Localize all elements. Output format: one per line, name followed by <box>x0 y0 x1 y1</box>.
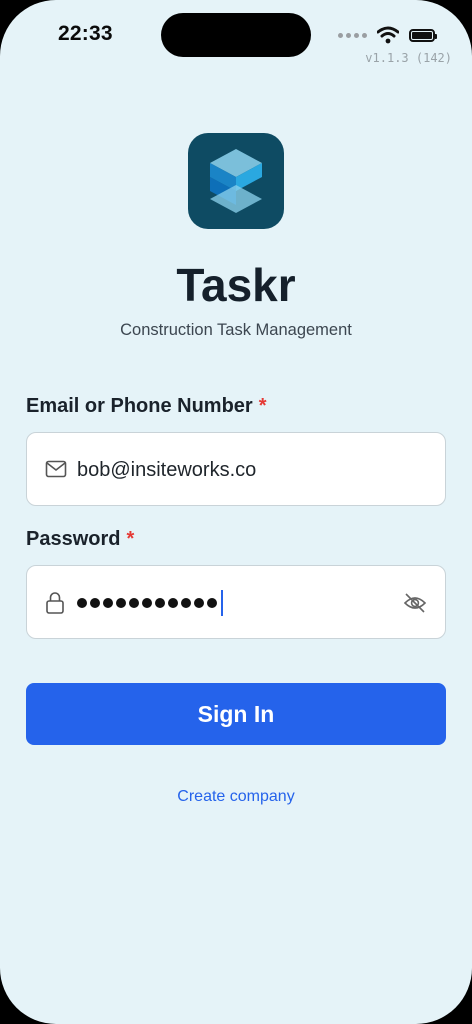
email-label-text: Email or Phone Number <box>26 395 253 417</box>
password-dot <box>129 598 139 608</box>
wifi-icon <box>377 26 399 44</box>
lock-icon <box>46 592 64 614</box>
password-dot <box>155 598 165 608</box>
app-version: v1.1.3 (142) <box>365 51 452 65</box>
battery-icon <box>409 28 437 42</box>
email-label: Email or Phone Number * <box>26 395 267 418</box>
password-label-text: Password <box>26 528 121 550</box>
password-dot <box>77 598 87 608</box>
eye-off-icon[interactable] <box>403 592 427 614</box>
password-masked-value <box>77 590 223 616</box>
password-dot <box>207 598 217 608</box>
cellular-dots-icon <box>338 32 367 38</box>
password-dot <box>116 598 126 608</box>
text-cursor <box>221 590 223 616</box>
mail-icon <box>45 460 67 478</box>
password-dot <box>181 598 191 608</box>
email-value: bob@insiteworks.co <box>77 459 257 481</box>
app-subtitle: Construction Task Management <box>120 321 352 339</box>
required-mark: * <box>126 528 135 550</box>
sign-in-button[interactable]: Sign In <box>26 683 446 745</box>
app-logo-mark <box>210 149 262 213</box>
password-label: Password * <box>26 528 134 551</box>
password-dot <box>90 598 100 608</box>
password-dot <box>194 598 204 608</box>
app-logo <box>188 133 284 229</box>
dynamic-island <box>161 13 311 57</box>
password-dot <box>168 598 178 608</box>
login-screen: 22:33 v1.1.3 (142) Taskr Construction Ta… <box>0 0 472 1024</box>
password-dot <box>142 598 152 608</box>
required-mark: * <box>258 395 267 417</box>
email-field[interactable]: bob@insiteworks.co <box>26 432 446 506</box>
password-dot <box>103 598 113 608</box>
create-company-link[interactable]: Create company <box>0 788 472 806</box>
status-time: 22:33 <box>58 22 113 45</box>
app-title: Taskr <box>176 259 296 311</box>
status-icons <box>338 24 437 46</box>
password-field[interactable] <box>26 565 446 639</box>
